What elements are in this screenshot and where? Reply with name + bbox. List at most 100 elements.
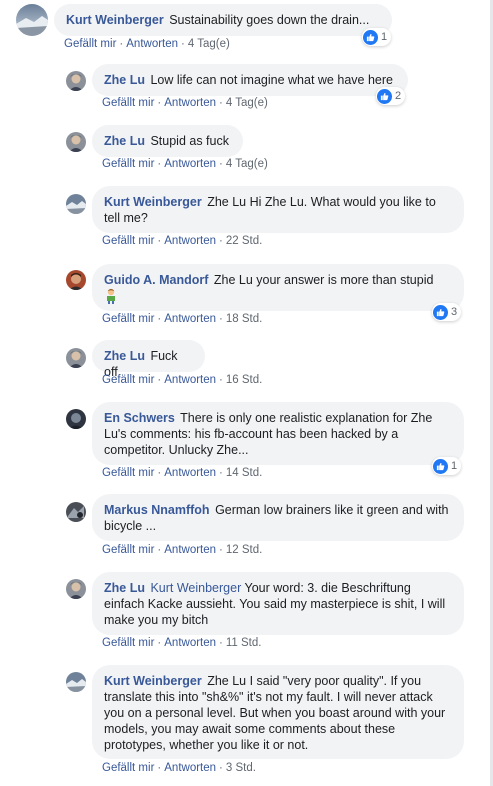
avatar[interactable] xyxy=(66,194,86,214)
comment-author[interactable]: Markus Nnamffoh xyxy=(104,503,210,517)
like-button[interactable]: Gefällt mir xyxy=(102,313,154,325)
reaction-badge[interactable]: 1 xyxy=(362,28,392,46)
comment-author[interactable]: Zhe Lu xyxy=(104,349,145,363)
like-button[interactable]: Gefällt mir xyxy=(102,374,154,386)
separator: · xyxy=(157,235,162,247)
reaction-badge[interactable]: 2 xyxy=(376,87,406,105)
avatar[interactable] xyxy=(66,502,86,522)
reaction-count: 1 xyxy=(381,31,388,43)
comment-text: Low life can not imagine what we have he… xyxy=(150,73,393,87)
comment-author[interactable]: Kurt Weinberger xyxy=(66,13,164,27)
reply-button[interactable]: Antworten xyxy=(164,374,216,386)
comment-time[interactable]: 11 Std. xyxy=(226,637,262,649)
comment-author[interactable]: Zhe Lu xyxy=(104,73,145,87)
separator: · xyxy=(157,637,162,649)
comment-bubble: En Schwers There is only one realistic e… xyxy=(92,402,464,465)
comment-author[interactable]: Kurt Weinberger xyxy=(104,674,202,688)
thumbs-up-icon xyxy=(363,29,378,45)
separator: · xyxy=(157,158,162,170)
comment-bubble: Markus Nnamffoh German low brainers like… xyxy=(92,494,464,541)
like-button[interactable]: Gefällt mir xyxy=(102,637,154,649)
separator: · xyxy=(219,97,223,109)
like-button[interactable]: Gefällt mir xyxy=(102,158,154,170)
comment-author[interactable]: En Schwers xyxy=(104,411,175,425)
thumbs-up-icon xyxy=(433,304,448,320)
comment-time[interactable]: 4 Tag(e) xyxy=(188,38,230,50)
comment-time[interactable]: 18 Std. xyxy=(226,313,262,325)
comment-author[interactable]: Kurt Weinberger xyxy=(104,195,202,209)
avatar[interactable] xyxy=(66,132,86,152)
comment-bubble: Zhe Lu Kurt Weinberger Your word: 3. die… xyxy=(92,572,464,635)
comment-actions: Gefällt mir · Antworten · 4 Tag(e) xyxy=(64,38,230,50)
comment-bubble: Zhe Lu Fuck off xyxy=(92,340,205,379)
separator: · xyxy=(157,374,162,386)
like-button[interactable]: Gefällt mir xyxy=(102,467,154,479)
comment-actions: Gefällt mir · Antworten · 22 Std. xyxy=(102,235,262,247)
separator: · xyxy=(219,544,223,556)
avatar[interactable] xyxy=(66,409,86,429)
comment-time[interactable]: 22 Std. xyxy=(226,235,262,247)
comment-actions: Gefällt mir · Antworten · 11 Std. xyxy=(102,637,261,649)
comment-text: Sustainability goes down the drain... xyxy=(169,13,370,27)
separator: · xyxy=(219,637,223,649)
like-button[interactable]: Gefällt mir xyxy=(102,544,154,556)
avatar[interactable] xyxy=(66,270,86,290)
reply-button[interactable]: Antworten xyxy=(164,97,216,109)
comment-text: Zhe Lu your answer is more than stupid xyxy=(213,273,434,287)
reaction-count: 2 xyxy=(395,90,402,102)
reply-button[interactable]: Antworten xyxy=(164,158,216,170)
like-button[interactable]: Gefällt mir xyxy=(102,235,154,247)
comment-author[interactable]: Zhe Lu xyxy=(104,581,145,595)
like-button[interactable]: Gefällt mir xyxy=(64,38,116,50)
reply-button[interactable]: Antworten xyxy=(164,544,216,556)
avatar[interactable] xyxy=(66,579,86,599)
avatar[interactable] xyxy=(66,348,86,368)
comment-text: Stupid as fuck xyxy=(150,134,229,148)
reply-button[interactable]: Antworten xyxy=(164,762,216,774)
separator: · xyxy=(219,313,223,325)
comment-time[interactable]: 12 Std. xyxy=(226,544,262,556)
reply-button[interactable]: Antworten xyxy=(164,637,216,649)
comment-bubble: Guido A. Mandorf Zhe Lu your answer is m… xyxy=(92,264,464,311)
comment-author[interactable]: Guido A. Mandorf xyxy=(104,273,208,287)
separator: · xyxy=(157,313,162,325)
reply-button[interactable]: Antworten xyxy=(164,313,216,325)
separator: · xyxy=(119,38,124,50)
comment-time[interactable]: 14 Std. xyxy=(226,467,262,479)
avatar[interactable] xyxy=(66,71,86,91)
separator: · xyxy=(219,158,223,170)
comment-actions: Gefällt mir · Antworten · 12 Std. xyxy=(102,544,262,556)
reply-button[interactable]: Antworten xyxy=(126,38,178,50)
separator: · xyxy=(157,97,162,109)
comment-time[interactable]: 3 Std. xyxy=(226,762,256,774)
comment-author[interactable]: Zhe Lu xyxy=(104,134,145,148)
reaction-badge[interactable]: 1 xyxy=(432,457,462,475)
comment-bubble: Kurt Weinberger Sustainability goes down… xyxy=(54,4,392,36)
avatar[interactable] xyxy=(66,672,86,692)
reaction-badge[interactable]: 3 xyxy=(432,303,462,321)
separator: · xyxy=(181,38,185,50)
reply-button[interactable]: Antworten xyxy=(164,235,216,247)
like-button[interactable]: Gefällt mir xyxy=(102,762,154,774)
thumbs-up-icon xyxy=(433,458,448,474)
separator: · xyxy=(219,374,223,386)
comment-bubble: Kurt Weinberger Zhe Lu I said "very poor… xyxy=(92,665,464,759)
reaction-count: 1 xyxy=(451,460,458,472)
separator: · xyxy=(157,762,162,774)
comment-actions: Gefällt mir · Antworten · 18 Std. xyxy=(102,313,262,325)
comment-actions: Gefällt mir · Antworten · 14 Std. xyxy=(102,467,262,479)
comment-time[interactable]: 4 Tag(e) xyxy=(226,97,268,109)
avatar[interactable] xyxy=(16,4,48,36)
thumbs-up-icon xyxy=(377,88,392,104)
comment-time[interactable]: 4 Tag(e) xyxy=(226,158,268,170)
comment-actions: Gefällt mir · Antworten · 4 Tag(e) xyxy=(102,158,268,170)
reply-button[interactable]: Antworten xyxy=(164,467,216,479)
like-button[interactable]: Gefällt mir xyxy=(102,97,154,109)
person-emoji-icon xyxy=(104,288,118,308)
comment-bubble: Zhe Lu Stupid as fuck xyxy=(92,125,243,157)
comment-mention[interactable]: Kurt Weinberger xyxy=(150,581,241,595)
comment-time[interactable]: 16 Std. xyxy=(226,374,262,386)
comment-actions: Gefällt mir · Antworten · 3 Std. xyxy=(102,762,256,774)
comment-bubble: Zhe Lu Low life can not imagine what we … xyxy=(92,64,408,96)
comment-actions: Gefällt mir · Antworten · 4 Tag(e) xyxy=(102,97,268,109)
